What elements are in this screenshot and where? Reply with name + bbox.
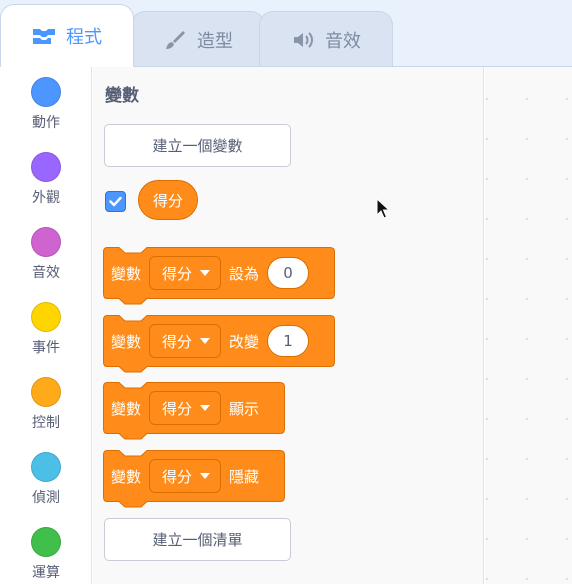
category-operators[interactable]: 運算 [0, 517, 92, 584]
category-control[interactable]: 控制 [0, 367, 92, 437]
block-prefix: 變數 [111, 467, 142, 486]
tab-costumes[interactable]: 造型 [131, 11, 265, 67]
chevron-down-icon [200, 270, 211, 276]
scripts-area[interactable] [485, 67, 572, 584]
category-sound[interactable]: 音效 [0, 217, 92, 287]
block-palette: 變數 建立一個變數 得分 變數 得分 設為 0 變數 得分 改變 1 變數 得分… [93, 67, 484, 584]
paintbrush-icon [163, 29, 187, 51]
category-events-label: 事件 [32, 340, 60, 356]
category-motion-dot [31, 77, 61, 107]
category-sound-label: 音效 [32, 265, 60, 281]
category-operators-label: 運算 [32, 565, 60, 581]
change-variable-block[interactable]: 變數 得分 改變 1 [103, 315, 335, 375]
checkmark-icon [109, 196, 122, 207]
block-prefix: 變數 [111, 264, 142, 283]
chevron-down-icon [200, 338, 211, 344]
category-sound-dot [31, 227, 61, 257]
category-sensing-dot [31, 452, 61, 482]
tab-code[interactable]: 程式 [0, 4, 134, 67]
block-action: 設為 [229, 264, 260, 283]
tab-costumes-label: 造型 [197, 30, 233, 52]
hide-variable-block[interactable]: 變數 得分 隱藏 [103, 450, 285, 510]
chevron-down-icon [200, 473, 211, 479]
category-control-dot [31, 377, 61, 407]
block-prefix: 變數 [111, 399, 142, 418]
speaker-icon [291, 29, 315, 51]
category-control-label: 控制 [32, 415, 60, 431]
scratch-editor: 造型 音效 程式 動作 外觀 音效 事件 控制 偵測 運算 變數 建立一個變數 … [0, 0, 572, 584]
palette-section-title: 變數 [105, 86, 139, 106]
variable-dropdown[interactable]: 得分 [149, 459, 222, 493]
variable-dropdown[interactable]: 得分 [149, 256, 222, 290]
chevron-down-icon [200, 405, 211, 411]
value-input[interactable]: 0 [267, 257, 310, 289]
category-sensing-label: 偵測 [32, 490, 60, 506]
category-looks-dot [31, 152, 61, 182]
editor-tab-bar: 造型 音效 程式 [0, 0, 572, 67]
block-action: 顯示 [229, 399, 260, 418]
block-content: 變數 得分 隱藏 [103, 450, 259, 502]
variable-dropdown-label: 得分 [162, 399, 193, 418]
block-action: 改變 [229, 332, 260, 351]
variable-dropdown[interactable]: 得分 [149, 324, 222, 358]
variable-monitor-checkbox[interactable] [105, 191, 126, 212]
set-variable-block[interactable]: 變數 得分 設為 0 [103, 247, 335, 307]
variable-dropdown-label: 得分 [162, 332, 193, 351]
block-content: 變數 得分 改變 1 [103, 315, 310, 367]
category-events[interactable]: 事件 [0, 292, 92, 362]
variable-dropdown[interactable]: 得分 [149, 391, 222, 425]
category-motion[interactable]: 動作 [0, 67, 92, 137]
category-looks-label: 外觀 [32, 190, 60, 206]
block-action: 隱藏 [229, 467, 260, 486]
block-prefix: 變數 [111, 332, 142, 351]
category-menu: 動作 外觀 音效 事件 控制 偵測 運算 [0, 67, 92, 584]
editor-main: 動作 外觀 音效 事件 控制 偵測 運算 變數 建立一個變數 得分 變數 得分 … [0, 66, 572, 584]
category-operators-dot [31, 527, 61, 557]
value-input[interactable]: 1 [267, 325, 310, 357]
block-content: 變數 得分 設為 0 [103, 247, 310, 299]
show-variable-block[interactable]: 變數 得分 顯示 [103, 382, 285, 442]
make-variable-button[interactable]: 建立一個變數 [104, 124, 291, 167]
variable-dropdown-label: 得分 [162, 467, 193, 486]
block-content: 變數 得分 顯示 [103, 382, 259, 434]
variable-dropdown-label: 得分 [162, 264, 193, 283]
category-sensing[interactable]: 偵測 [0, 442, 92, 512]
category-looks[interactable]: 外觀 [0, 142, 92, 212]
category-events-dot [31, 302, 61, 332]
variable-reporter-block[interactable]: 得分 [138, 180, 198, 220]
code-icon [32, 25, 56, 47]
category-motion-label: 動作 [32, 115, 60, 131]
tab-sounds-label: 音效 [325, 30, 361, 52]
tab-code-label: 程式 [66, 27, 102, 48]
tab-sounds[interactable]: 音效 [259, 11, 393, 67]
make-list-button[interactable]: 建立一個清單 [104, 518, 291, 561]
mouse-cursor-icon [376, 198, 390, 219]
